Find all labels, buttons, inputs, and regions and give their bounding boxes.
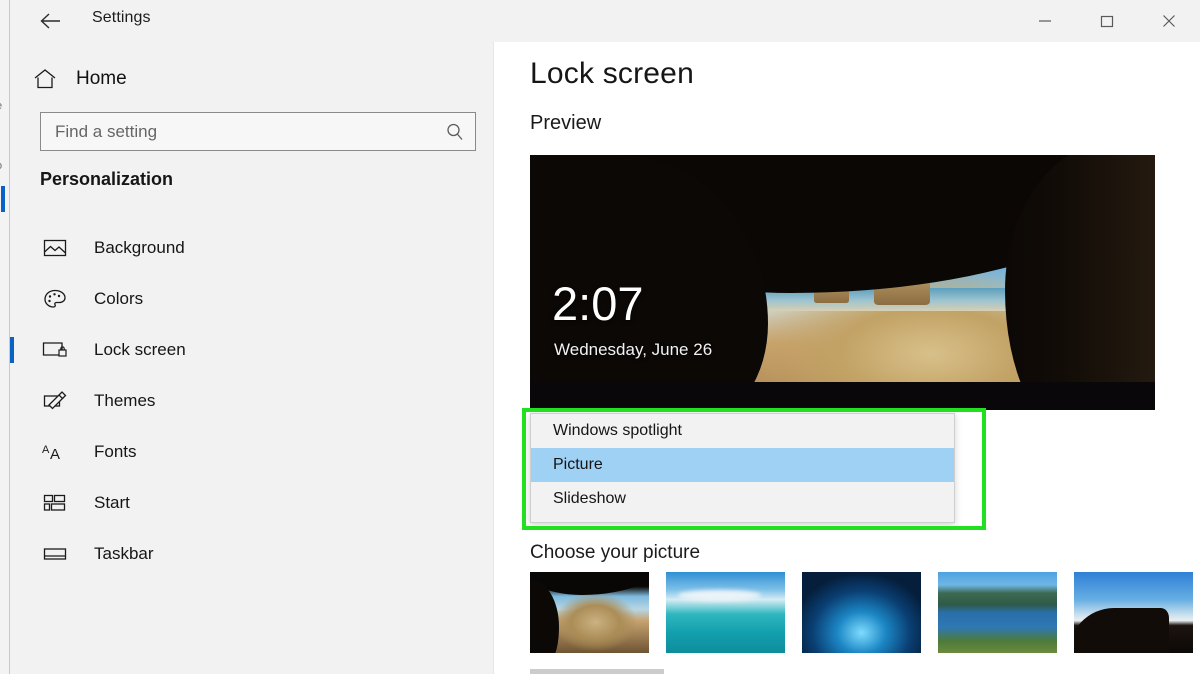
- sidebar-label-themes: Themes: [94, 390, 156, 410]
- sidebar-label-start: Start: [94, 492, 130, 512]
- search-icon: [435, 122, 475, 142]
- preview-clock: 2:07: [552, 277, 644, 330]
- minimize-button[interactable]: [1014, 0, 1076, 42]
- back-button[interactable]: [28, 3, 72, 39]
- settings-app-window: r e o \ Settings: [0, 0, 1200, 674]
- sidebar-label-taskbar: Taskbar: [94, 543, 154, 563]
- brush-icon: [42, 390, 68, 412]
- sidebar-item-fonts[interactable]: A A Fonts: [10, 426, 494, 477]
- content-pane: Lock screen Preview 2:07 Wednesday, June…: [495, 42, 1200, 674]
- choose-picture-label: Choose your picture: [530, 542, 701, 563]
- close-button[interactable]: [1138, 0, 1200, 42]
- sidebar-label-fonts: Fonts: [94, 441, 137, 461]
- image-icon: [42, 238, 68, 258]
- sidebar-item-background[interactable]: Background: [10, 222, 494, 273]
- sidebar-item-home[interactable]: Home: [32, 58, 462, 100]
- thumbnail-ice-cave[interactable]: [802, 572, 921, 653]
- sidebar-item-taskbar[interactable]: Taskbar: [10, 528, 494, 579]
- svg-text:A: A: [50, 446, 60, 462]
- sidebar: Home Personalization: [10, 42, 494, 674]
- preview-date: Wednesday, June 26: [554, 340, 713, 359]
- sidebar-nav-list: Background Colors Lock screen Themes A A…: [10, 222, 494, 579]
- thumbnail-cave-beach[interactable]: [530, 572, 649, 653]
- search-input[interactable]: [41, 113, 435, 150]
- browse-button[interactable]: Browse: [530, 669, 664, 674]
- sidebar-item-themes[interactable]: Themes: [10, 375, 494, 426]
- bg-fragment-2: e: [0, 100, 2, 112]
- close-icon: [1163, 15, 1175, 27]
- fonts-icon: A A: [42, 442, 68, 462]
- lock-screen-preview: 2:07 Wednesday, June 26: [530, 155, 1155, 410]
- thumbnail-volcanic-ridge[interactable]: [1074, 572, 1193, 653]
- maximize-button[interactable]: [1076, 0, 1138, 42]
- picture-thumbnail-list: [530, 572, 1193, 653]
- palette-icon: [42, 288, 68, 310]
- lock-screen-icon: [42, 340, 68, 360]
- search-box[interactable]: [40, 112, 476, 151]
- bg-accent-bar: [1, 186, 5, 212]
- thumbnail-lagoon[interactable]: [666, 572, 785, 653]
- maximize-icon: [1100, 15, 1114, 27]
- home-label: Home: [76, 68, 127, 89]
- preview-heading: Preview: [530, 112, 602, 134]
- dropdown-option-slideshow[interactable]: Slideshow: [531, 482, 954, 516]
- window-controls: [1014, 0, 1200, 42]
- category-title: Personalization: [40, 169, 174, 189]
- svg-text:A: A: [42, 444, 50, 456]
- sidebar-label-lock-screen: Lock screen: [94, 339, 186, 359]
- window-title: Settings: [92, 9, 151, 26]
- sidebar-item-lock-screen[interactable]: Lock screen: [10, 324, 494, 375]
- preview-foreground: [530, 381, 1155, 410]
- title-bar[interactable]: Settings: [10, 0, 1200, 42]
- sidebar-item-colors[interactable]: Colors: [10, 273, 494, 324]
- thumbnail-mountain-lake[interactable]: [938, 572, 1057, 653]
- sidebar-item-start[interactable]: Start: [10, 477, 494, 528]
- settings-window: Settings Home Find a setting Personaliza…: [10, 0, 1200, 674]
- home-icon: [32, 68, 58, 90]
- page-title: Lock screen: [530, 57, 694, 90]
- dropdown-option-windows-spotlight[interactable]: Windows spotlight: [531, 414, 954, 448]
- background-window-sliver[interactable]: r e o \: [0, 0, 10, 674]
- bg-fragment-3: o: [0, 160, 2, 172]
- taskbar-icon: [42, 545, 68, 563]
- sidebar-label-colors: Colors: [94, 288, 144, 308]
- dropdown-option-picture[interactable]: Picture: [531, 448, 954, 482]
- minimize-icon: [1039, 20, 1051, 22]
- back-arrow-icon: [40, 13, 60, 29]
- background-type-dropdown[interactable]: Windows spotlight Picture Slideshow: [530, 413, 955, 523]
- sidebar-label-background: Background: [94, 237, 185, 257]
- start-icon: [42, 493, 68, 513]
